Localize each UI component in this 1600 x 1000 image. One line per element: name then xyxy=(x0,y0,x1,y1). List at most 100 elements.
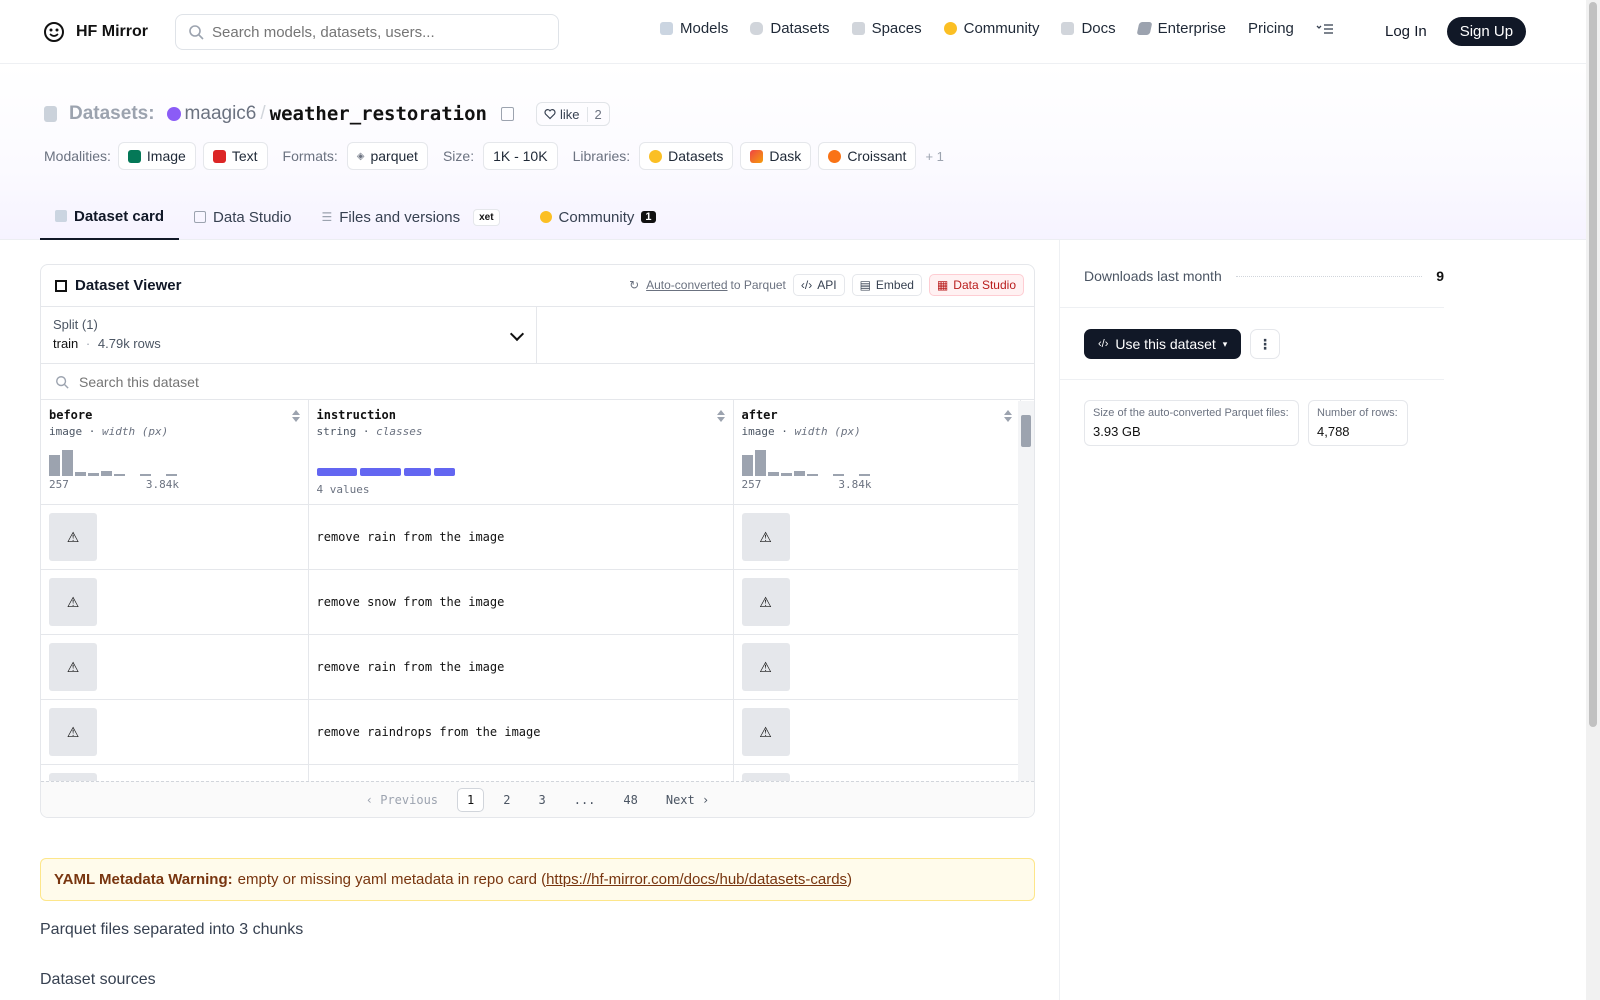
size-chip[interactable]: 1K - 10K xyxy=(483,142,558,170)
class-segment[interactable] xyxy=(404,468,432,476)
histogram-before xyxy=(49,448,300,476)
column-instruction[interactable]: instruction string · classes 4 values xyxy=(308,400,734,505)
library-dask-chip[interactable]: Dask xyxy=(740,142,812,170)
class-segment[interactable] xyxy=(360,468,402,476)
broken-image-icon[interactable]: ⚠ xyxy=(741,513,790,561)
broken-image-icon[interactable]: ⚠ xyxy=(49,578,97,626)
database-icon xyxy=(44,106,57,122)
modality-text-label: Text xyxy=(231,148,258,164)
nav-docs[interactable]: Docs xyxy=(1061,20,1116,37)
like-count[interactable]: 2 xyxy=(586,106,609,122)
broken-image-icon[interactable]: ⚠ xyxy=(49,643,97,691)
nav-enterprise[interactable]: Enterprise xyxy=(1136,20,1226,37)
scrollbar-thumb[interactable] xyxy=(1021,415,1031,447)
parquet-size-label: Size of the auto-converted Parquet files… xyxy=(1093,407,1289,419)
table-row[interactable]: ⚠ remove rain from the image ⚠ xyxy=(41,504,1021,570)
sort-icon[interactable] xyxy=(291,410,300,422)
broken-image-icon[interactable]: ⚠ xyxy=(741,643,790,691)
prev-page-button[interactable]: ‹ Previous xyxy=(357,789,447,811)
more-options-button[interactable]: ⋮ xyxy=(1250,329,1280,359)
split-selector[interactable]: Split (1) train · 4.79k rows xyxy=(41,307,537,363)
broken-image-icon[interactable]: ⚠ xyxy=(741,578,790,626)
column-subtype: width (px) xyxy=(102,425,169,438)
broken-image-icon[interactable]: ⚠ xyxy=(49,513,97,561)
table-row[interactable]: ⚠ remove raindrops from the image ⚠ xyxy=(41,699,1021,765)
repo-name[interactable]: weather_restoration xyxy=(270,103,487,125)
class-segment[interactable] xyxy=(316,468,358,476)
page-button-2[interactable]: 2 xyxy=(494,789,519,811)
brand-logo[interactable]: HF Mirror xyxy=(42,20,148,44)
size-label: Size: xyxy=(442,148,475,164)
class-segment[interactable] xyxy=(434,468,455,476)
page-scrollbar[interactable] xyxy=(1586,0,1600,1000)
page-button-1[interactable]: 1 xyxy=(457,787,485,812)
instruction-cell[interactable]: remove rain from the image xyxy=(308,634,734,700)
modality-text-chip[interactable]: Text xyxy=(202,142,268,170)
docs-link[interactable]: https://hf-mirror.com/docs/hub/datasets-… xyxy=(546,871,847,888)
nav-spaces[interactable]: Spaces xyxy=(851,20,922,37)
dataset-search[interactable] xyxy=(41,364,1034,400)
size-value: 1K - 10K xyxy=(493,148,548,164)
nav-community-label: Community xyxy=(963,20,1040,37)
nav-more-menu[interactable] xyxy=(1316,23,1334,35)
table-row[interactable]: ⚠ remove snow from the image ⚠ xyxy=(41,569,1021,635)
tab-data-studio[interactable]: Data Studio xyxy=(179,194,306,240)
more-libraries[interactable]: + 1 xyxy=(925,149,943,164)
modality-image-chip[interactable]: Image xyxy=(117,142,196,170)
api-button[interactable]: ‹/› API xyxy=(792,274,845,296)
column-before[interactable]: before image · width (px) 257 3.84k xyxy=(41,400,309,505)
tab-dataset-card[interactable]: Dataset card xyxy=(40,194,180,240)
tab-files[interactable]: ☰ Files and versions xet xyxy=(306,194,514,240)
broken-image-icon[interactable]: ⚠ xyxy=(49,708,97,756)
histogram-bar xyxy=(846,475,857,476)
dataset-search-input[interactable] xyxy=(79,373,679,390)
next-page-button[interactable]: Next › xyxy=(657,789,718,811)
column-after[interactable]: after image · width (px) 257 3.84k xyxy=(733,400,1021,505)
sort-icon[interactable] xyxy=(1003,410,1012,422)
instruction-cell[interactable]: remove snow from the image xyxy=(308,569,734,635)
histogram-bar xyxy=(127,475,138,476)
sidebar-separator xyxy=(1060,379,1444,380)
nav-pricing[interactable]: Pricing xyxy=(1248,20,1294,37)
like-button[interactable]: like 2 xyxy=(536,102,610,126)
nav-community[interactable]: Community xyxy=(943,20,1040,37)
table-scrollbar[interactable] xyxy=(1018,401,1034,781)
login-link[interactable]: Log In xyxy=(1385,23,1427,40)
page-scrollbar-thumb[interactable] xyxy=(1589,2,1597,727)
histogram-bar xyxy=(114,474,125,476)
column-type: image · width (px) xyxy=(742,425,1012,438)
split-rows: 4.79k rows xyxy=(97,336,161,351)
nav-models[interactable]: Models xyxy=(660,20,728,37)
data-studio-button[interactable]: ▦ Data Studio xyxy=(928,274,1024,296)
copy-icon[interactable] xyxy=(501,107,514,121)
signup-button[interactable]: Sign Up xyxy=(1446,17,1527,46)
viewer-title-label: Dataset Viewer xyxy=(75,277,182,294)
tab-community-label: Community xyxy=(558,208,635,226)
use-dataset-button[interactable]: ‹/› Use this dataset ▾ xyxy=(1084,329,1242,359)
dataset-viewer: Dataset Viewer ↻ Auto-converted to Parqu… xyxy=(40,264,1035,818)
table-row[interactable]: ⚠ remove rain from the image ⚠ xyxy=(41,634,1021,700)
format-parquet-chip[interactable]: ◈ parquet xyxy=(346,142,428,170)
embed-button[interactable]: ▤ Embed xyxy=(851,274,922,296)
auto-converted-link[interactable]: Auto-converted xyxy=(646,278,727,292)
page-button-48[interactable]: 48 xyxy=(614,789,646,811)
instruction-cell[interactable]: remove rain from the image xyxy=(308,504,734,570)
page-button-3[interactable]: 3 xyxy=(529,789,554,811)
global-search[interactable] xyxy=(175,14,559,50)
split-dot: · xyxy=(85,336,91,351)
pagination: ‹ Previous 1 2 3 ... 48 Next › xyxy=(41,781,1034,817)
row-count-label: Number of rows: xyxy=(1317,407,1398,419)
tab-community[interactable]: Community 1 xyxy=(525,194,671,240)
library-datasets-chip[interactable]: Datasets xyxy=(639,142,734,170)
sort-icon[interactable] xyxy=(716,410,725,422)
histogram-bar xyxy=(793,470,805,476)
broken-image-icon[interactable]: ⚠ xyxy=(741,708,790,756)
nav-datasets[interactable]: Datasets xyxy=(750,20,830,37)
repo-metadata: Modalities: Image Text Formats: ◈ parquet… xyxy=(44,142,944,170)
tab-dataset-card-label: Dataset card xyxy=(74,207,165,225)
library-croissant-chip[interactable]: Croissant xyxy=(818,142,917,170)
section-label[interactable]: Datasets: xyxy=(69,103,155,125)
instruction-cell[interactable]: remove raindrops from the image xyxy=(308,699,734,765)
owner-link[interactable]: maagic6 xyxy=(185,103,257,125)
search-input[interactable] xyxy=(212,23,542,41)
